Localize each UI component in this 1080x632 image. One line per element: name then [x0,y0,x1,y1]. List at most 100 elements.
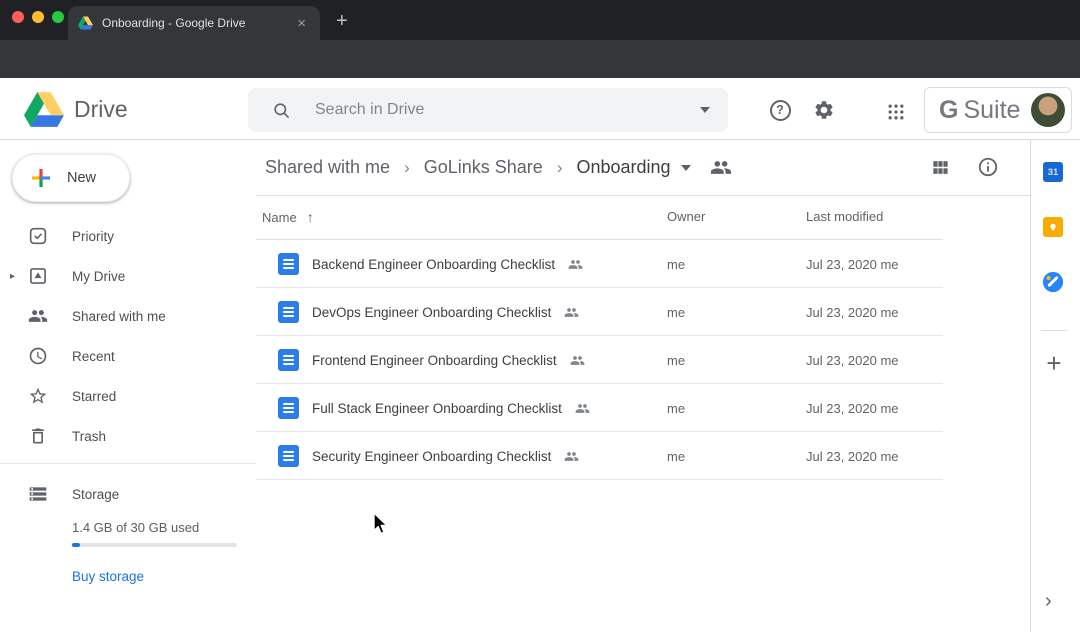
apps-grid-icon [886,102,906,122]
calendar-day-label: 31 [1048,167,1059,178]
add-addon-button[interactable]: + [1042,348,1066,379]
search-options-caret-icon[interactable] [700,107,710,113]
file-name[interactable]: Security Engineer Onboarding Checklist [312,449,551,464]
info-icon [977,156,999,178]
file-name-cell[interactable]: Security Engineer Onboarding Checklist [278,432,579,480]
browser-tabstrip: Onboarding - Google Drive × + [0,0,1080,40]
file-owner: me [667,401,685,416]
window-zoom-button[interactable] [52,11,64,23]
folder-shared-icon [710,160,732,175]
new-button[interactable]: New [12,154,130,202]
window-close-button[interactable] [12,11,24,23]
google-docs-icon [278,397,299,419]
drive-logo [24,92,64,127]
sidebar-item-priority[interactable]: Priority [0,216,240,256]
help-icon: ? [770,100,791,121]
file-name[interactable]: DevOps Engineer Onboarding Checklist [312,305,551,320]
shared-people-icon [28,306,48,326]
sidebar-item-shared-with-me[interactable]: Shared with me [0,296,240,336]
column-header-owner[interactable]: Owner [667,209,705,224]
file-name-cell[interactable]: DevOps Engineer Onboarding Checklist [278,288,579,336]
file-name-cell[interactable]: Backend Engineer Onboarding Checklist [278,240,583,288]
file-name[interactable]: Backend Engineer Onboarding Checklist [312,257,555,272]
right-side-panel: 31 + › [1030,140,1080,632]
shared-indicator-icon [564,451,579,462]
sidebar-label-shared-with-me: Shared with me [72,309,166,324]
breadcrumb-separator-icon: › [557,158,563,178]
buy-storage-link[interactable]: Buy storage [72,569,144,584]
gear-icon [813,99,835,121]
breadcrumb-golinks-share[interactable]: GoLinks Share [424,157,543,178]
folder-menu-caret-icon[interactable] [681,165,691,171]
shared-indicator-icon [564,307,579,318]
help-button[interactable]: ? [766,96,794,124]
app-name: Drive [74,96,128,123]
gsuite-account-badge[interactable]: G Suite [924,87,1072,133]
clock-icon [28,346,48,366]
file-list: Backend Engineer Onboarding Checklist me… [256,240,943,480]
file-name[interactable]: Full Stack Engineer Onboarding Checklist [312,401,562,416]
settings-button[interactable] [810,96,838,124]
search-input[interactable] [313,100,700,120]
breadcrumb-onboarding[interactable]: Onboarding [576,157,670,178]
tasks-icon[interactable] [1042,271,1064,293]
browser-toolbar: ← → ↻ drive.google.com/drive/folders/1oi… [0,40,1080,78]
table-row[interactable]: Full Stack Engineer Onboarding Checklist… [256,384,943,432]
shared-indicator-icon [575,403,590,414]
keep-icon[interactable] [1043,217,1063,237]
browser-tab[interactable]: Onboarding - Google Drive × [68,6,320,40]
details-button[interactable] [976,155,1000,179]
google-docs-icon [278,445,299,467]
sidebar-label-trash: Trash [72,429,106,444]
storage-label: Storage [72,487,119,502]
google-docs-icon [278,301,299,323]
sidebar-divider [0,463,256,464]
calendar-icon[interactable]: 31 [1043,162,1063,182]
column-header-modified[interactable]: Last modified [806,209,883,224]
panel-divider [1041,330,1067,331]
breadcrumb-shared-with-me[interactable]: Shared with me [265,157,390,178]
breadcrumb-separator-icon: › [404,158,410,178]
tab-close-icon[interactable]: × [293,14,310,33]
shared-indicator-icon [570,355,585,366]
expand-arrow-icon[interactable]: ▸ [10,271,15,282]
star-icon [28,386,48,406]
storage-usage-text: 1.4 GB of 30 GB used [72,520,199,535]
priority-icon [28,226,48,246]
trash-icon [28,426,48,446]
grid-view-button[interactable] [928,155,952,179]
sidebar-label-starred: Starred [72,389,116,404]
table-row[interactable]: Backend Engineer Onboarding Checklist me… [256,240,943,288]
account-avatar[interactable] [1031,93,1065,127]
file-modified: Jul 23, 2020 me [806,353,899,368]
sidebar-label-recent: Recent [72,349,115,364]
sidebar-item-trash[interactable]: Trash [0,416,240,456]
google-docs-icon [278,349,299,371]
sidebar-item-recent[interactable]: Recent [0,336,240,376]
table-row[interactable]: Frontend Engineer Onboarding Checklist m… [256,336,943,384]
sidebar-item-my-drive[interactable]: ▸ My Drive [0,256,240,296]
google-drive-window: Onboarding - Google Drive × + ← → ↻ driv… [0,0,1080,632]
table-row[interactable]: Security Engineer Onboarding Checklist m… [256,432,943,480]
search-bar[interactable] [248,88,728,132]
gsuite-logo-text: Suite [963,96,1031,125]
apps-grid-button[interactable] [882,98,910,126]
window-minimize-button[interactable] [32,11,44,23]
mouse-cursor [371,511,390,537]
sort-ascending-icon[interactable]: ↑ [307,209,314,225]
google-docs-icon [278,253,299,275]
file-name-cell[interactable]: Frontend Engineer Onboarding Checklist [278,336,585,384]
new-button-label: New [67,170,96,186]
new-tab-button[interactable]: + [330,8,354,35]
search-icon[interactable] [272,101,291,120]
table-row[interactable]: DevOps Engineer Onboarding Checklist me … [256,288,943,336]
file-modified: Jul 23, 2020 me [806,257,899,272]
file-name-cell[interactable]: Full Stack Engineer Onboarding Checklist [278,384,590,432]
file-owner: me [667,449,685,464]
column-header-name[interactable]: Name↑ [262,209,314,225]
file-name[interactable]: Frontend Engineer Onboarding Checklist [312,353,557,368]
sidebar-item-storage[interactable]: Storage [0,474,240,514]
collapse-panel-icon[interactable]: › [1045,590,1052,613]
sidebar-item-starred[interactable]: Starred [0,376,240,416]
storage-icon [28,484,48,504]
